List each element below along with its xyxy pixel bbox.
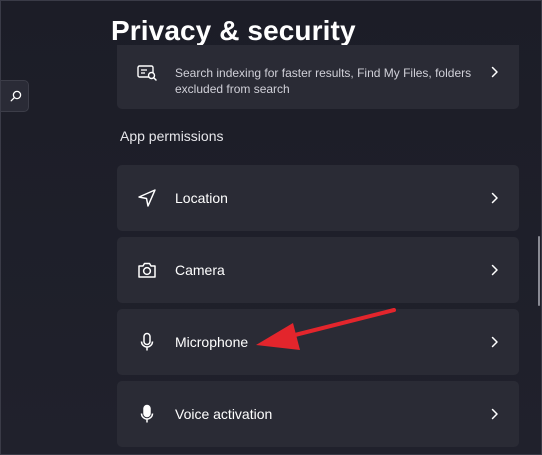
permission-location[interactable]: Location (117, 165, 519, 231)
chevron-right-icon (489, 66, 501, 78)
camera-icon (135, 258, 159, 282)
microphone-icon (135, 330, 159, 354)
location-arrow-icon (135, 186, 159, 210)
search-button[interactable] (1, 80, 29, 112)
permission-label: Camera (175, 262, 225, 278)
scrollbar-thumb[interactable] (538, 236, 540, 306)
searching-windows-card[interactable]: Search indexing for faster results, Find… (117, 45, 519, 109)
permission-microphone[interactable]: Microphone (117, 309, 519, 375)
chevron-right-icon (489, 264, 501, 276)
search-indexing-icon (135, 61, 159, 85)
app-permissions-heading: App permissions (120, 128, 224, 144)
search-indexing-description: Search indexing for faster results, Find… (175, 66, 472, 96)
permission-camera[interactable]: Camera (117, 237, 519, 303)
chevron-right-icon (489, 336, 501, 348)
settings-window: Privacy & security Search indexing for f… (0, 0, 542, 455)
permission-label: Voice activation (175, 406, 273, 422)
permission-voice-activation[interactable]: Voice activation (117, 381, 519, 447)
permission-label: Microphone (175, 334, 249, 350)
chevron-right-icon (489, 192, 501, 204)
page-title: Privacy & security (111, 15, 356, 46)
permission-label: Location (175, 190, 228, 206)
voice-activation-icon (135, 402, 159, 426)
chevron-right-icon (489, 408, 501, 420)
search-icon (10, 90, 22, 102)
